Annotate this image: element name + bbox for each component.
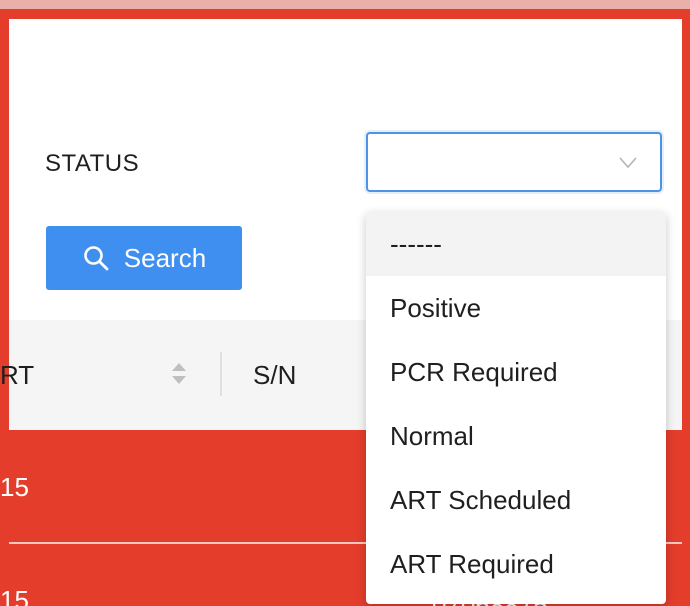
- highlight-border-top: [0, 9, 690, 19]
- dropdown-option-normal[interactable]: Normal: [366, 404, 666, 468]
- dropdown-option-empty[interactable]: ------: [366, 212, 666, 276]
- dropdown-option-art-scheduled[interactable]: ART Scheduled: [366, 468, 666, 532]
- dropdown-option-pcr-required[interactable]: PCR Required: [366, 340, 666, 404]
- status-select[interactable]: [366, 132, 662, 192]
- dropdown-option-positive[interactable]: Positive: [366, 276, 666, 340]
- column-divider: [220, 352, 222, 396]
- search-icon: [83, 246, 109, 271]
- page-frame: STATUS Search RT S/N 15 15 07068875 ----…: [0, 0, 690, 606]
- table-cell: 15: [0, 585, 29, 606]
- column-header-sn: S/N: [253, 360, 297, 390]
- column-header-art[interactable]: RT: [0, 360, 34, 391]
- highlight-border-left: [0, 9, 9, 606]
- search-button[interactable]: Search: [46, 226, 242, 290]
- highlight-border-right: [682, 9, 690, 606]
- dropdown-option-art-required[interactable]: ART Required: [366, 532, 666, 596]
- sort-icon[interactable]: [170, 361, 188, 387]
- status-label: STATUS: [45, 150, 140, 177]
- status-dropdown-menu: ------ Positive PCR Required Normal ART …: [366, 212, 666, 604]
- chevron-down-icon: [619, 157, 637, 169]
- search-button-label: Search: [123, 242, 207, 273]
- table-cell: 15: [0, 472, 29, 502]
